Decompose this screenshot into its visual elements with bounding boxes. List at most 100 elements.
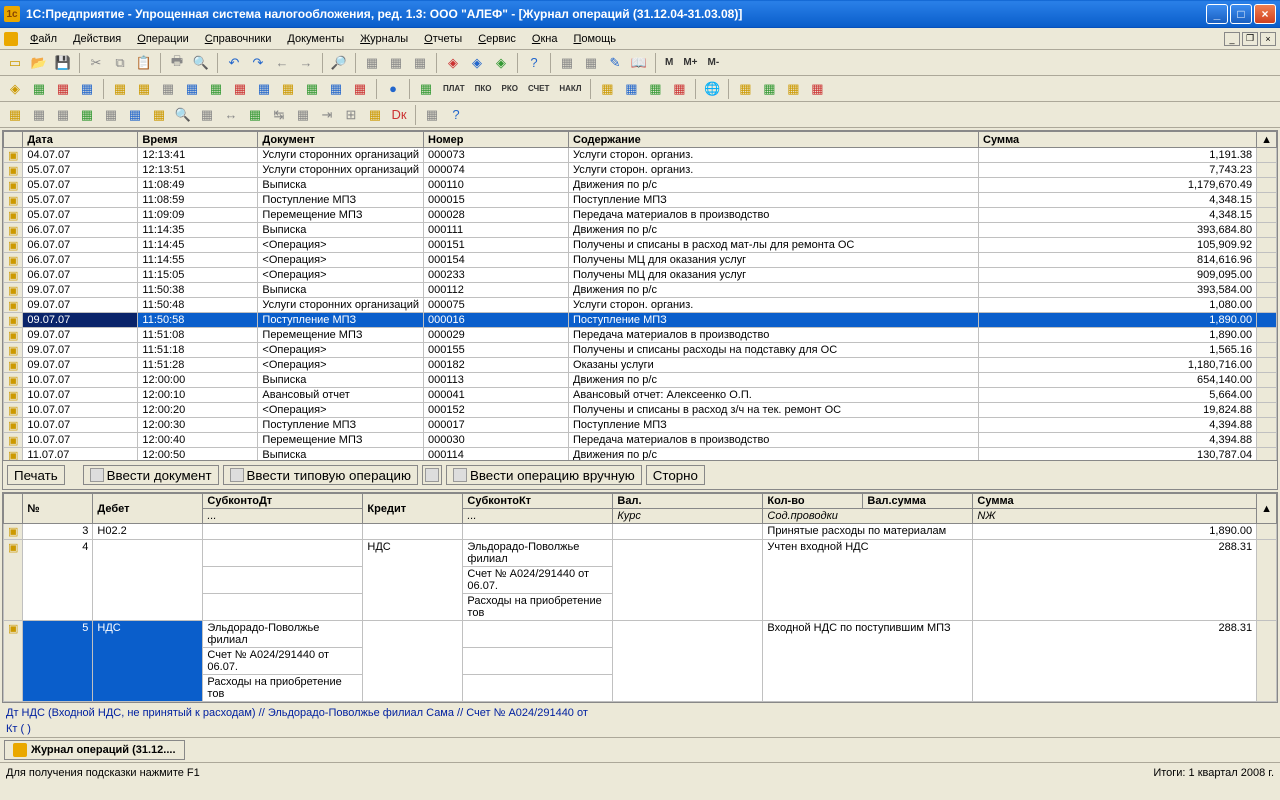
tool-icon[interactable]: ↹ [268,104,290,126]
find-icon[interactable]: 🔎 [328,52,350,74]
tool-icon[interactable]: ● [382,78,404,100]
table-row[interactable]: ▣ 05.07.07 11:08:59 Поступление МПЗ 0000… [4,193,1277,208]
redo-icon[interactable]: ↷ [247,52,269,74]
tool-icon[interactable]: ▦ [28,78,50,100]
tool-icon[interactable]: ▦ [244,104,266,126]
table-row[interactable]: ▣ 09.07.07 11:50:48 Услуги сторонних орг… [4,298,1277,313]
col-content[interactable]: Содержание [569,132,979,148]
schet-label[interactable]: СЧЕТ [524,84,553,93]
scroll-up-icon[interactable]: ▲ [1257,494,1277,524]
dcol-kurs[interactable]: Курс [613,509,763,524]
col-time[interactable]: Время [138,132,258,148]
table-row[interactable]: ▣ 09.07.07 11:51:18 <Операция> 000155 По… [4,343,1277,358]
tool-icon[interactable]: ▦ [229,78,251,100]
table-row[interactable]: ▣ 09.07.07 11:50:38 Выписка 000112 Движе… [4,283,1277,298]
tool-icon[interactable]: ▦ [644,78,666,100]
storno-button[interactable]: Сторно [646,465,705,485]
tool-icon[interactable]: ▦ [76,78,98,100]
task-button[interactable]: Журнал операций (31.12.... [4,740,185,760]
menu-журналы[interactable]: Журналы [352,31,416,47]
table-row[interactable]: ▣ 09.07.07 11:50:58 Поступление МПЗ 0000… [4,313,1277,328]
tool-icon[interactable]: ⇥ [316,104,338,126]
menu-помощь[interactable]: Помощь [565,31,624,47]
mdi-close-button[interactable]: × [1260,32,1276,46]
back-icon[interactable]: ← [271,52,293,74]
new-document-button[interactable]: Ввести документ [83,465,219,485]
tool-icon[interactable]: ▦ [734,78,756,100]
tool-icon[interactable]: ✎ [604,52,626,74]
tool-icon[interactable]: ▦ [361,52,383,74]
menu-операции[interactable]: Операции [129,31,196,47]
tool-button[interactable] [422,465,442,485]
scroll-up-icon[interactable]: ▲ [1257,132,1277,148]
tool-icon[interactable]: ◈ [466,52,488,74]
detail-row[interactable]: ▣ 5 НДС Эльдорадо-Поволжье филиал Входно… [4,621,1277,648]
calendar-icon[interactable]: ▦ [580,52,602,74]
plat-label[interactable]: ПЛАТ [439,84,469,93]
tool-icon[interactable]: ▦ [28,104,50,126]
tool-icon[interactable]: ▦ [806,78,828,100]
tool-icon[interactable]: ▦ [277,78,299,100]
col-sum[interactable]: Сумма [979,132,1257,148]
tool-icon[interactable]: 🔍 [172,104,194,126]
table-row[interactable]: ▣ 05.07.07 11:09:09 Перемещение МПЗ 0000… [4,208,1277,223]
dcol-kolvo[interactable]: Кол-во [763,494,863,509]
tool-icon[interactable]: ▦ [109,78,131,100]
dcol-kredit[interactable]: Кредит [363,494,463,524]
table-row[interactable]: ▣ 09.07.07 11:51:08 Перемещение МПЗ 0000… [4,328,1277,343]
m-label[interactable]: М [661,57,677,68]
detail-row[interactable]: ▣ 4 НДС Эльдорадо-Поволжье филиал Учтен … [4,540,1277,567]
dcol-valsum[interactable]: Вал.сумма [863,494,973,509]
dcol-debet[interactable]: Дебет [93,494,203,524]
save-icon[interactable]: 💾 [52,52,74,74]
dcol-num[interactable]: № [23,494,93,524]
close-button[interactable]: × [1254,4,1276,24]
minimize-button[interactable]: _ [1206,4,1228,24]
journal-grid[interactable]: Дата Время Документ Номер Содержание Сум… [3,131,1277,461]
dcol-sub[interactable]: ... [463,509,613,524]
print-icon[interactable]: 🖶 [166,52,188,74]
calc-icon[interactable]: ▦ [556,52,578,74]
mdi-restore-button[interactable]: ❐ [1242,32,1258,46]
dcol-nzh[interactable]: NЖ [973,509,1257,524]
tool-icon[interactable]: 🌐 [701,78,723,100]
dcol-subkt[interactable]: СубконтоКт [463,494,613,509]
tool-icon[interactable]: ▦ [385,52,407,74]
col-icon[interactable] [4,132,23,148]
detail-row[interactable]: ▣ 3 Н02.2 Принятые расходы по материалам… [4,524,1277,540]
tool-icon[interactable]: ▦ [596,78,618,100]
table-row[interactable]: ▣ 05.07.07 11:08:49 Выписка 000110 Движе… [4,178,1277,193]
tool-icon[interactable]: ▦ [782,78,804,100]
forward-icon[interactable]: → [295,52,317,74]
table-row[interactable]: ▣ 04.07.07 12:13:41 Услуги сторонних орг… [4,148,1277,163]
tool-icon[interactable]: 📖 [628,52,650,74]
tool-icon[interactable]: ▦ [415,78,437,100]
tool-icon[interactable]: ▦ [292,104,314,126]
tool-icon[interactable]: ▦ [148,104,170,126]
tool-icon[interactable]: ▦ [349,78,371,100]
table-row[interactable]: ▣ 05.07.07 12:13:51 Услуги сторонних орг… [4,163,1277,178]
menu-справочники[interactable]: Справочники [197,31,280,47]
tool-icon[interactable]: ▦ [4,104,26,126]
rko-label[interactable]: РКО [498,84,522,93]
dcol-subdt[interactable]: СубконтоДт [203,494,363,509]
menu-окна[interactable]: Окна [524,31,566,47]
col-date[interactable]: Дата [23,132,138,148]
tool-icon[interactable]: ▦ [364,104,386,126]
table-row[interactable]: ▣ 09.07.07 11:51:28 <Операция> 000182 Ок… [4,358,1277,373]
maximize-button[interactable]: □ [1230,4,1252,24]
menu-сервис[interactable]: Сервис [470,31,524,47]
mdi-minimize-button[interactable]: _ [1224,32,1240,46]
tool-icon[interactable]: ▦ [124,104,146,126]
tool-icon[interactable]: ▦ [325,78,347,100]
table-row[interactable]: ▣ 10.07.07 12:00:10 Авансовый отчет 0000… [4,388,1277,403]
tool-icon[interactable]: ▦ [133,78,155,100]
col-number[interactable]: Номер [424,132,569,148]
tool-icon[interactable]: ▦ [668,78,690,100]
dcol-sum[interactable]: Сумма [973,494,1257,509]
table-row[interactable]: ▣ 10.07.07 12:00:30 Поступление МПЗ 0000… [4,418,1277,433]
tool-icon[interactable]: ▦ [205,78,227,100]
tool-icon[interactable]: ◈ [442,52,464,74]
menu-документы[interactable]: Документы [279,31,352,47]
nakl-label[interactable]: НАКЛ [555,84,585,93]
